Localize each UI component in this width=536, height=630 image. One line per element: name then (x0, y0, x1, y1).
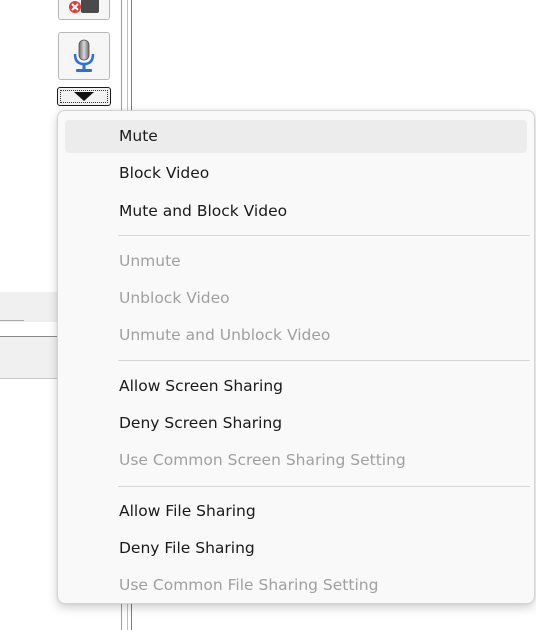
menu-item-deny-file-sharing[interactable]: Deny File Sharing (65, 532, 527, 565)
menu-item-allow-screen-sharing[interactable]: Allow Screen Sharing (65, 370, 527, 403)
menu-item-use-common-file-sharing-setting: Use Common File Sharing Setting (65, 569, 527, 602)
menu-separator (118, 235, 530, 236)
menu-item-label: Use Common File Sharing Setting (119, 576, 379, 594)
menu-item-label: Unmute and Unblock Video (119, 326, 331, 344)
remove-user-button[interactable] (58, 0, 110, 20)
remove-user-icon (69, 0, 99, 13)
menu-item-use-common-screen-sharing-setting: Use Common Screen Sharing Setting (65, 444, 527, 477)
menu-item-block-video[interactable]: Block Video (65, 157, 527, 190)
menu-separator (118, 360, 530, 361)
microphone-button[interactable] (58, 32, 110, 80)
pane-divider (0, 320, 24, 321)
menu-item-label: Use Common Screen Sharing Setting (119, 451, 406, 469)
menu-item-unmute: Unmute (65, 245, 527, 278)
menu-item-label: Mute (119, 127, 158, 145)
menu-item-label: Block Video (119, 164, 210, 182)
menu-item-label: Deny File Sharing (119, 539, 255, 557)
microphone-icon (73, 39, 95, 72)
triangle-down-icon (74, 92, 94, 101)
menu-item-label: Unmute (119, 252, 181, 270)
menu-item-label: Allow File Sharing (119, 502, 256, 520)
menu-item-label: Allow Screen Sharing (119, 377, 284, 395)
menu-item-label: Unblock Video (119, 289, 230, 307)
menu-item-unmute-and-unblock-video: Unmute and Unblock Video (65, 319, 527, 352)
dropdown-button[interactable] (57, 87, 111, 106)
menu-item-label: Deny Screen Sharing (119, 414, 283, 432)
menu-item-label: Mute and Block Video (119, 202, 288, 220)
menu-item-allow-file-sharing[interactable]: Allow File Sharing (65, 495, 527, 528)
menu-separator (118, 486, 530, 487)
menu-item-mute[interactable]: Mute (65, 120, 527, 153)
menu-item-unblock-video: Unblock Video (65, 282, 527, 315)
menu-item-mute-and-block-video[interactable]: Mute and Block Video (65, 195, 527, 228)
context-menu: Mute Block Video Mute and Block Video Un… (57, 110, 535, 604)
menu-item-deny-screen-sharing[interactable]: Deny Screen Sharing (65, 407, 527, 440)
